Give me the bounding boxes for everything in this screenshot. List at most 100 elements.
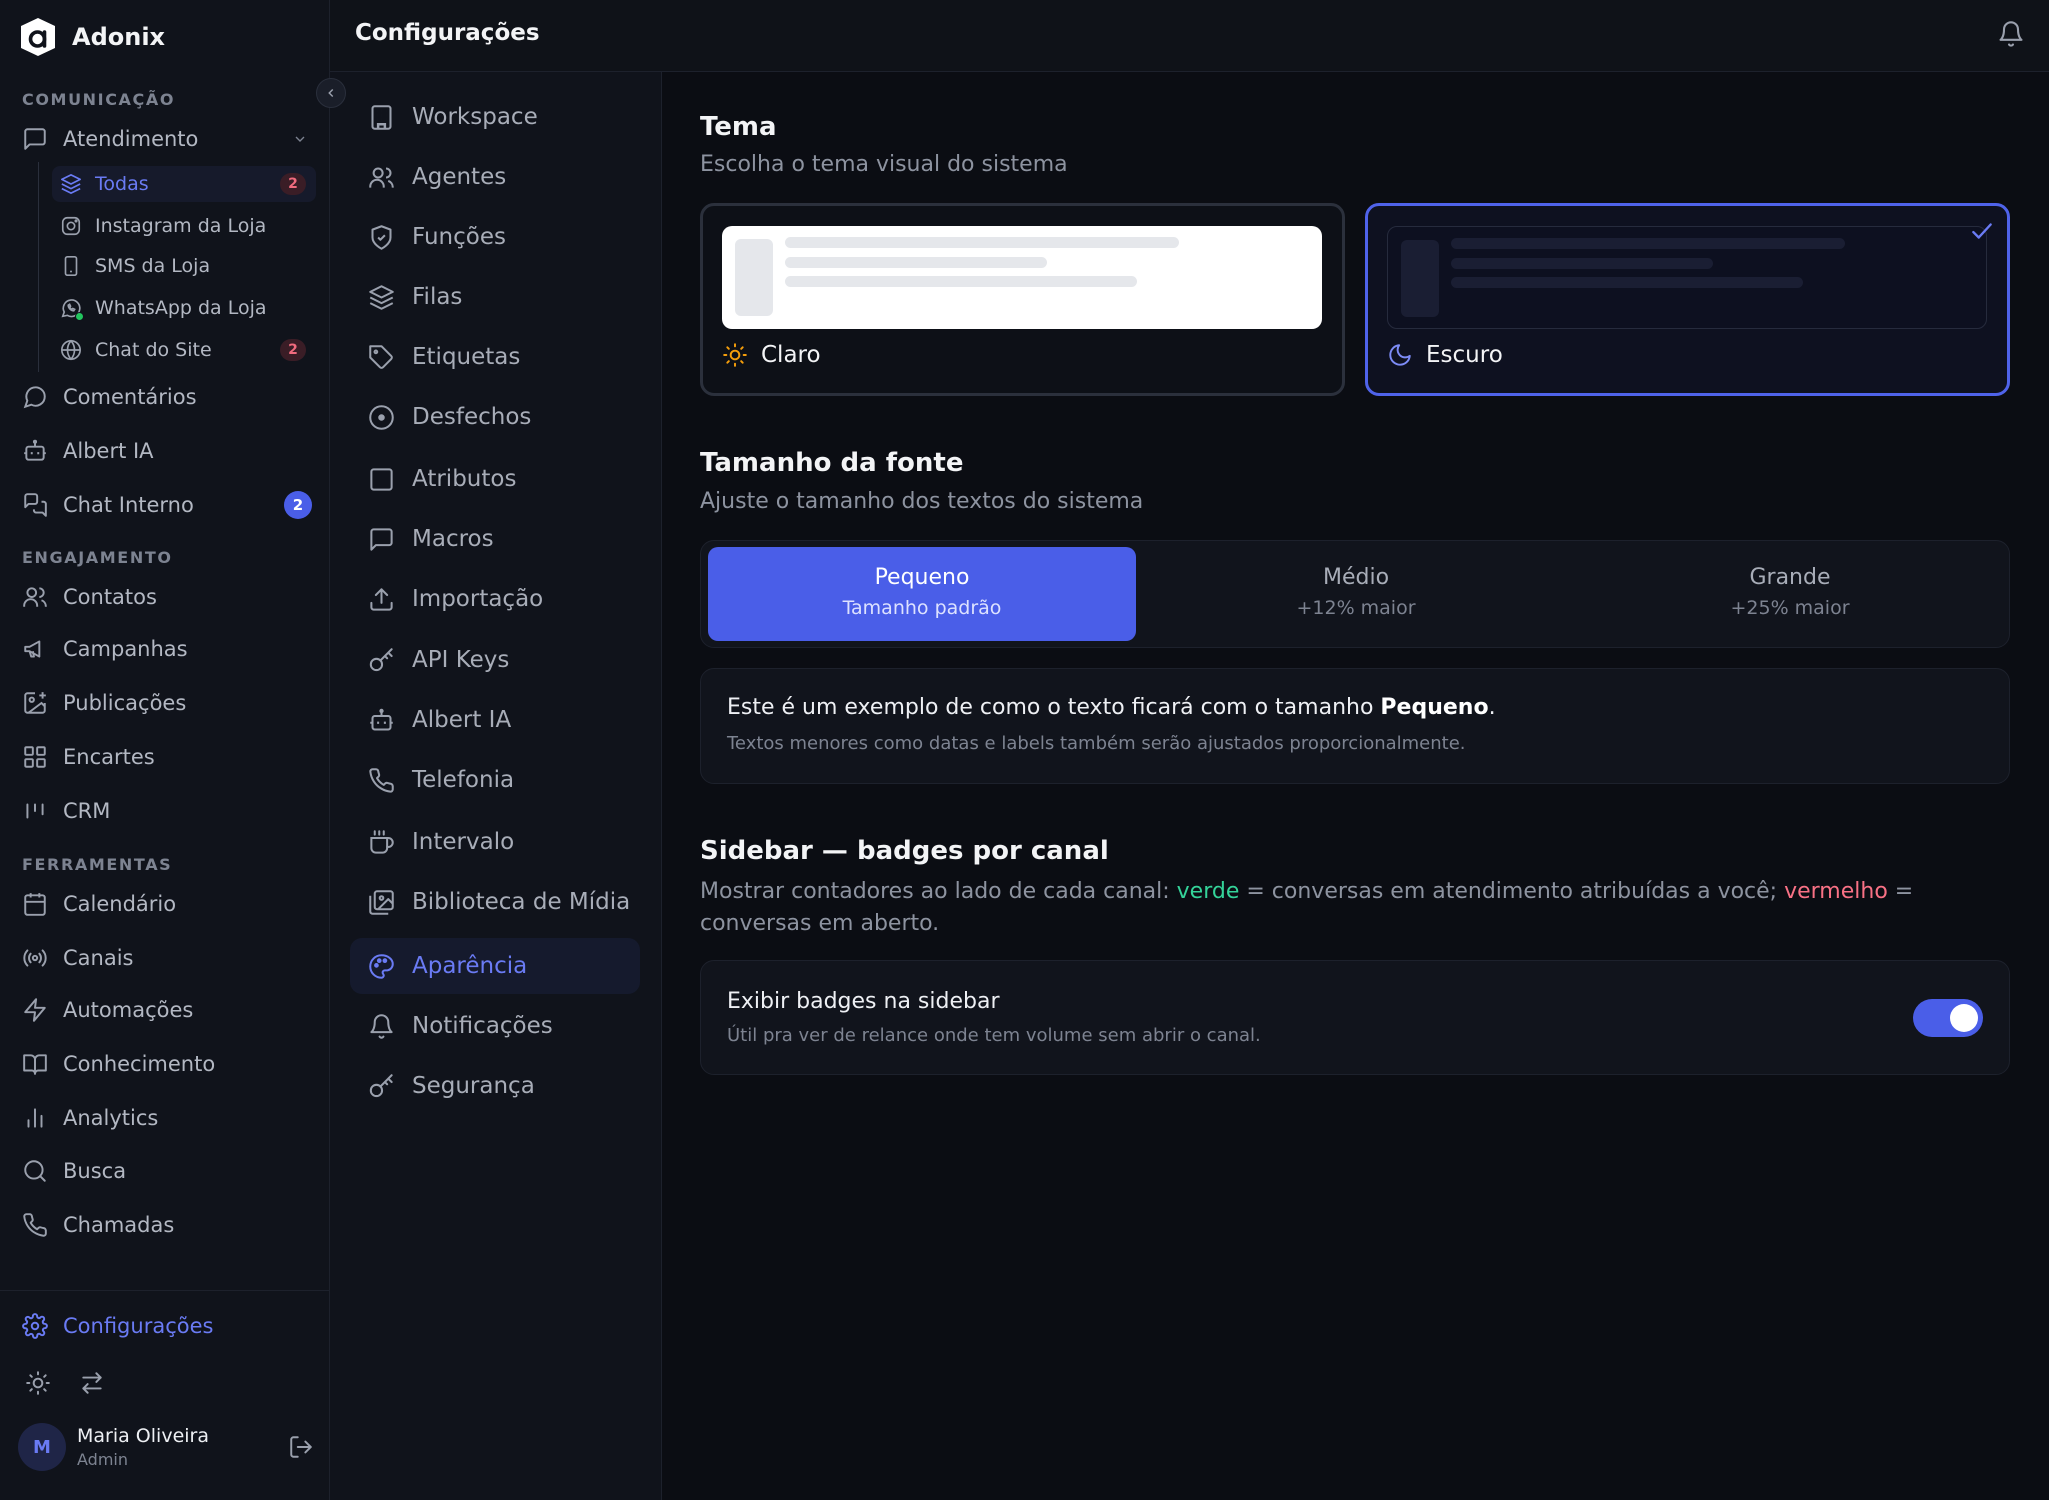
count-badge: 2 xyxy=(284,491,312,519)
font-size-option-label: Médio xyxy=(1322,565,1390,590)
adonix-logo-icon xyxy=(21,18,55,56)
radio-icon xyxy=(23,949,47,967)
settings-nav-telefonia[interactable]: Telefonia xyxy=(350,752,640,808)
layers-icon xyxy=(61,174,81,194)
settings-nav-agentes[interactable]: Agentes xyxy=(350,149,640,205)
count-badge: 2 xyxy=(280,339,306,361)
square-icon xyxy=(370,467,393,491)
settings-nav-workspace[interactable]: Workspace xyxy=(350,89,640,145)
sidebar-subitem-todas[interactable]: Todas 2 xyxy=(52,166,316,202)
settings-nav-intervalo[interactable]: Intervalo xyxy=(350,814,640,870)
sidebar-item-atendimento[interactable]: Atendimento xyxy=(22,122,312,156)
sun-icon[interactable] xyxy=(25,1370,51,1396)
settings-nav-label: Segurança xyxy=(412,1073,535,1099)
badges-desc-part: Mostrar contadores ao lado de cada canal… xyxy=(700,879,1177,904)
sidebar-item-calendario[interactable]: Calendário xyxy=(22,887,312,921)
badges-toggle-switch[interactable] xyxy=(1913,999,1983,1037)
whatsapp-icon xyxy=(60,297,84,321)
settings-nav-seguranca[interactable]: Segurança xyxy=(350,1058,640,1114)
sidebar-item-configuracoes[interactable]: Configurações xyxy=(22,1313,213,1339)
sidebar-quick-actions xyxy=(25,1370,105,1396)
target-icon xyxy=(369,404,394,430)
preview-text-prefix: Este é um exemplo de como o texto ficará… xyxy=(727,695,1381,720)
font-size-description: Ajuste o tamanho dos textos do sistema xyxy=(700,489,1144,514)
moon-icon xyxy=(1389,344,1411,366)
settings-nav-funcoes[interactable]: Funções xyxy=(350,209,640,265)
phone-device-icon xyxy=(64,256,78,276)
font-size-option-label: Grande xyxy=(1749,565,1831,590)
settings-nav-label: Notificações xyxy=(412,1013,553,1039)
megaphone-icon xyxy=(24,640,41,658)
settings-nav-desfechos[interactable]: Desfechos xyxy=(350,389,640,445)
chevron-down-icon[interactable] xyxy=(292,131,308,147)
sidebar-item-label: Atendimento xyxy=(63,127,199,151)
kanban-icon xyxy=(26,803,44,819)
theme-option-escuro[interactable]: Escuro xyxy=(1365,203,2010,396)
user-profile[interactable]: M Maria Oliveira Admin xyxy=(18,1422,314,1472)
sidebar-subitem-chat-site[interactable]: Chat do Site 2 xyxy=(52,332,316,368)
tree-line xyxy=(38,162,39,372)
sidebar-item-busca[interactable]: Busca xyxy=(22,1154,312,1188)
settings-nav-label: Telefonia xyxy=(412,767,515,793)
sidebar-item-automacoes[interactable]: Automações xyxy=(22,993,312,1027)
settings-nav-atributos[interactable]: Atributos xyxy=(350,451,640,507)
font-size-title: Tamanho da fonte xyxy=(700,448,964,478)
avatar: M xyxy=(18,1423,66,1471)
badges-description: Mostrar contadores ao lado de cada canal… xyxy=(700,876,2010,940)
phone-icon xyxy=(23,1213,47,1237)
book-icon xyxy=(23,1054,47,1075)
sidebar-item-crm[interactable]: CRM xyxy=(22,794,312,828)
sidebar-item-label: Albert IA xyxy=(63,439,154,463)
sidebar-item-canais[interactable]: Canais xyxy=(22,941,312,975)
brand[interactable]: Adonix xyxy=(19,17,165,57)
sidebar-item-comentarios[interactable]: Comentários xyxy=(22,380,312,414)
sidebar-item-label: Chat Interno xyxy=(63,493,194,517)
bell-icon[interactable] xyxy=(1997,20,2025,48)
font-size-option-medio[interactable]: Médio +12% maior xyxy=(1142,547,1570,641)
settings-nav-label: Etiquetas xyxy=(412,344,521,370)
section-label-ferramentas: FERRAMENTAS xyxy=(22,855,173,874)
sidebar-item-albert-ia[interactable]: Albert IA xyxy=(22,434,312,468)
settings-nav-etiquetas[interactable]: Etiquetas xyxy=(350,329,640,385)
sidebar-item-contatos[interactable]: Contatos xyxy=(22,580,312,614)
sidebar-subitem-label: Chat do Site xyxy=(95,339,212,361)
settings-nav-importacao[interactable]: Importação xyxy=(350,571,640,627)
zap-icon xyxy=(24,998,46,1022)
sidebar-subitem-whatsapp[interactable]: WhatsApp da Loja xyxy=(52,290,316,326)
users-icon xyxy=(369,166,394,188)
sidebar-item-conhecimento[interactable]: Conhecimento xyxy=(22,1047,312,1081)
bot-icon xyxy=(24,439,46,461)
theme-preview-light xyxy=(722,226,1322,329)
theme-description: Escolha o tema visual do sistema xyxy=(700,152,1068,177)
sidebar-subitem-sms[interactable]: SMS da Loja xyxy=(52,248,316,284)
sidebar-item-analytics[interactable]: Analytics xyxy=(22,1101,312,1135)
theme-option-claro[interactable]: Claro xyxy=(700,203,1345,396)
collapse-sidebar-button[interactable] xyxy=(316,78,346,108)
users-icon xyxy=(23,587,47,607)
settings-nav-biblioteca[interactable]: Biblioteca de Mídia xyxy=(350,874,640,930)
palette-icon xyxy=(369,953,394,979)
settings-nav-label: Atributos xyxy=(412,466,517,492)
chat-bubbles-icon xyxy=(24,493,47,517)
settings-nav-label: Funções xyxy=(412,224,506,250)
sidebar-item-publicacoes[interactable]: Publicações xyxy=(22,686,312,720)
sidebar-item-label: Contatos xyxy=(63,585,157,609)
settings-nav-api-keys[interactable]: API Keys xyxy=(350,632,640,688)
sidebar-item-chat-interno[interactable]: Chat Interno 2 xyxy=(22,488,312,522)
image-plus-icon xyxy=(24,692,46,714)
settings-nav-macros[interactable]: Macros xyxy=(350,511,640,567)
sidebar-item-chamadas[interactable]: Chamadas xyxy=(22,1208,312,1242)
settings-nav-filas[interactable]: Filas xyxy=(350,269,640,325)
sidebar-item-encartes[interactable]: Encartes xyxy=(22,740,312,774)
settings-nav-notificacoes[interactable]: Notificações xyxy=(350,998,640,1054)
settings-nav-albert-ia[interactable]: Albert IA xyxy=(350,692,640,748)
logout-icon[interactable] xyxy=(288,1434,314,1460)
sidebar-item-campanhas[interactable]: Campanhas xyxy=(22,632,312,666)
sidebar-subitem-instagram[interactable]: Instagram da Loja xyxy=(52,208,316,244)
online-status-dot xyxy=(75,312,84,321)
settings-nav-aparencia[interactable]: Aparência xyxy=(350,938,640,994)
preview-text-size: Pequeno xyxy=(1380,695,1489,720)
font-size-option-grande[interactable]: Grande +25% maior xyxy=(1576,547,2004,641)
font-size-option-pequeno[interactable]: Pequeno Tamanho padrão xyxy=(708,547,1136,641)
swap-arrows-icon[interactable] xyxy=(79,1370,105,1396)
